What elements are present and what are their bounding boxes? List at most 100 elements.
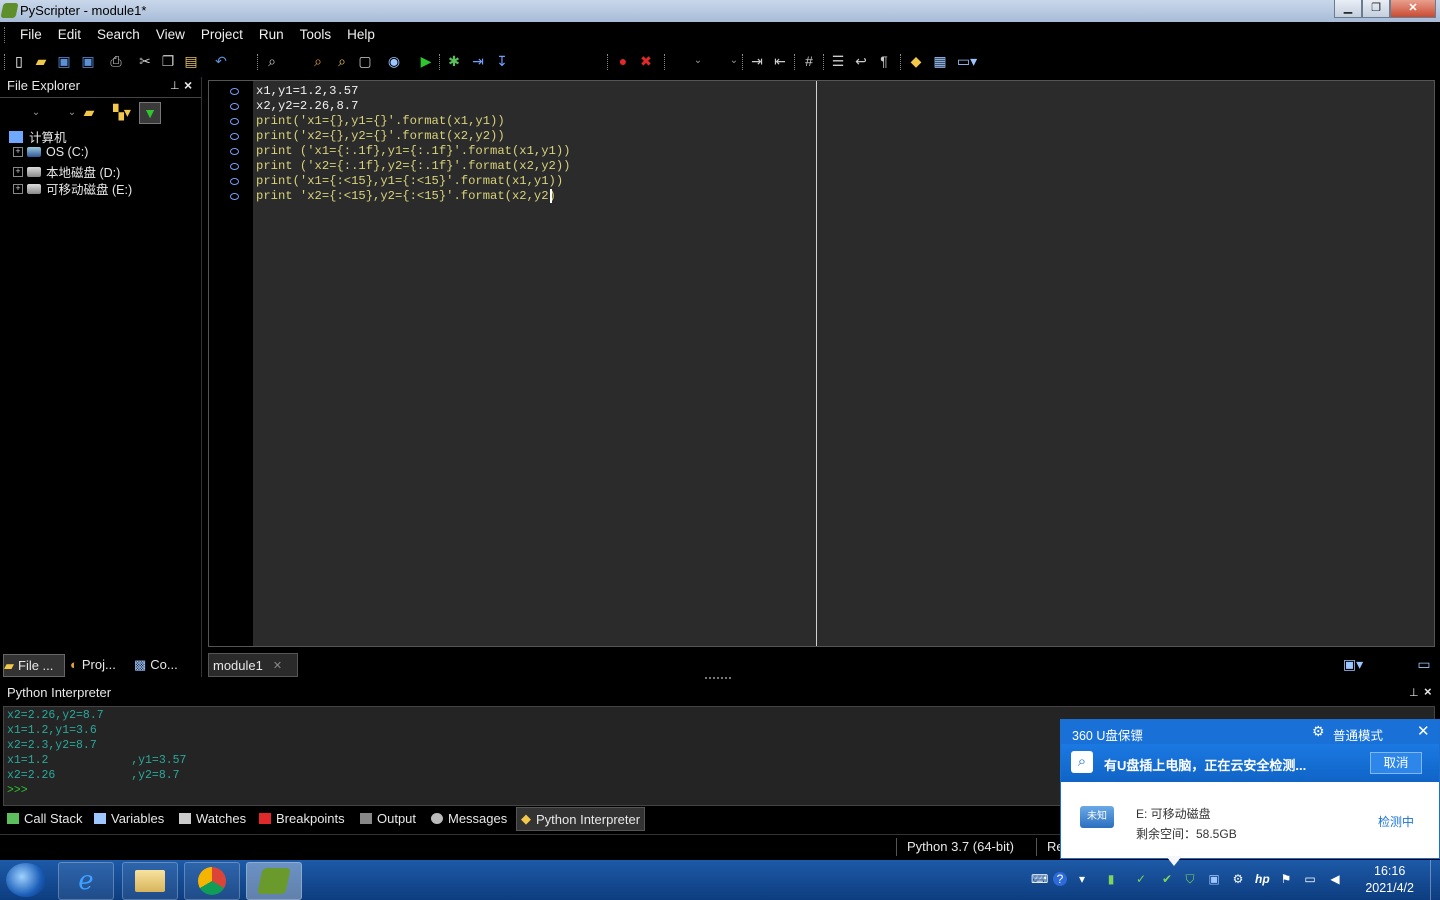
taskbar-chrome[interactable] (184, 862, 240, 900)
undo-icon[interactable]: ↶ (213, 53, 229, 69)
taskbar-pyscripter[interactable] (246, 862, 302, 900)
clear-breakpoints-icon[interactable]: ✖ (638, 53, 654, 69)
mode-label[interactable]: 普通模式 (1333, 725, 1383, 744)
special-chars-icon[interactable]: ¶ (876, 53, 892, 69)
run-icon[interactable]: ▶ (418, 53, 434, 69)
menu-edit[interactable]: Edit (50, 23, 89, 47)
syntax-check-icon[interactable]: ◉ (386, 53, 402, 69)
chevron-down-icon[interactable]: ⌄ (690, 53, 706, 69)
print-icon[interactable]: ⎙ (108, 53, 124, 69)
menu-view[interactable]: View (148, 23, 193, 47)
scan-status[interactable]: 检测中 (1378, 813, 1414, 830)
network-tool-icon[interactable]: ⚙ (1231, 872, 1245, 886)
expand-icon[interactable]: + (13, 147, 23, 157)
cancel-button[interactable]: 取消 (1370, 752, 1422, 774)
replace-icon[interactable]: ⌕ (334, 53, 350, 69)
help-icon[interactable]: ? (1053, 872, 1067, 886)
copy-icon[interactable]: ❐ (160, 53, 176, 69)
close-tab-icon[interactable]: ✕ (273, 659, 282, 672)
layout-icon[interactable]: ▦ (932, 53, 948, 69)
close-button[interactable]: ✕ (1390, 0, 1436, 18)
360-icon[interactable]: ✔ (1160, 872, 1174, 886)
clock[interactable]: 16:16 2021/4/2 (1365, 863, 1414, 897)
tree-root[interactable]: 计算机 (9, 127, 67, 146)
view-options-icon[interactable]: ▭▾ (955, 53, 979, 69)
action-center-flag-icon[interactable]: ⚑ (1279, 872, 1293, 886)
security-icon[interactable]: ✓ (1134, 872, 1148, 886)
toggle-breakpoint-icon[interactable]: ● (615, 53, 631, 69)
goto-line-icon[interactable]: ▢ (357, 53, 373, 69)
filter-button[interactable]: ▼ (139, 102, 161, 124)
menu-project[interactable]: Project (193, 23, 251, 47)
editor-gutter[interactable] (209, 81, 253, 646)
battery-icon[interactable]: ▮ (1104, 872, 1118, 886)
tab-code-explorer[interactable]: ▩ Co... (134, 654, 178, 675)
minimize-button[interactable]: ▁ (1334, 0, 1362, 18)
code-editor[interactable]: x1,y1=1.2,3.57 x2,y2=2.26,8.7 print('x1=… (208, 80, 1435, 647)
tree-item-c[interactable]: + OS (C:) (13, 145, 88, 159)
volume-icon[interactable]: ◀ (1328, 872, 1342, 886)
show-desktop-button[interactable] (1430, 860, 1440, 900)
gear-icon[interactable]: ⚙ (1312, 723, 1325, 740)
run-to-cursor-icon[interactable]: ⇥ (470, 53, 486, 69)
splitter-grip[interactable] (705, 677, 731, 682)
folder-up-icon[interactable]: ▰ (81, 104, 97, 120)
tab-project[interactable]: ◐ Proj... (70, 654, 116, 675)
pin-icon[interactable]: ⊥ (1409, 686, 1419, 699)
python-icon[interactable]: ◆ (908, 53, 924, 69)
menu-help[interactable]: Help (339, 23, 383, 47)
network-icon[interactable]: ▭ (1303, 872, 1317, 886)
menu-file[interactable]: File (12, 23, 50, 47)
cut-icon[interactable]: ✂ (137, 53, 153, 69)
monitor-icon[interactable]: ▣ (1207, 872, 1221, 886)
start-button[interactable] (6, 863, 46, 897)
menu-tools[interactable]: Tools (292, 23, 340, 47)
pin-icon[interactable]: ⊥ (170, 79, 180, 92)
tray-expand-icon[interactable]: ▾ (1075, 872, 1089, 886)
chevron-down-icon[interactable]: ⌄ (28, 105, 44, 121)
folder-views-icon[interactable]: ▚▾ (110, 104, 134, 120)
chevron-down-icon[interactable]: ⌄ (64, 105, 80, 121)
expand-icon[interactable]: + (13, 183, 23, 194)
menu-run[interactable]: Run (251, 23, 292, 47)
python-version[interactable]: Python 3.7 (64-bit) (907, 839, 1014, 854)
new-file-icon[interactable]: ▯ (11, 53, 27, 69)
maximize-button[interactable]: ❐ (1362, 0, 1390, 18)
tab-messages[interactable]: Messages (431, 807, 507, 829)
comment-icon[interactable]: # (801, 53, 817, 69)
keyboard-icon[interactable]: ⌨ (1031, 872, 1048, 886)
indent-icon[interactable]: ⇥ (749, 53, 765, 69)
tab-call-stack[interactable]: Call Stack (7, 807, 83, 829)
tab-file-explorer[interactable]: ▰ File ... (3, 654, 65, 677)
open-folder-icon[interactable]: ▰ (33, 53, 49, 69)
close-panel-icon[interactable]: × (1424, 684, 1432, 699)
tab-output[interactable]: Output (360, 807, 416, 829)
close-popup-icon[interactable]: ✕ (1417, 722, 1430, 740)
save-all-icon[interactable]: ▣ (80, 53, 96, 69)
debug-icon[interactable]: ✱ (446, 53, 462, 69)
tab-breakpoints[interactable]: Breakpoints (259, 807, 345, 829)
paste-icon[interactable]: ▤ (183, 53, 199, 69)
tab-variables[interactable]: Variables (94, 807, 164, 829)
line-numbers-icon[interactable]: ☰ (830, 53, 846, 69)
close-panel-icon[interactable]: × (184, 77, 192, 93)
find-icon[interactable]: ⌕ (264, 53, 280, 69)
window-list-icon[interactable]: ▣▾ (1341, 656, 1365, 672)
expand-icon[interactable]: + (13, 166, 23, 177)
tab-module1[interactable]: module1 ✕ (208, 653, 298, 677)
word-wrap-icon[interactable]: ↩ (853, 53, 869, 69)
tree-item-e[interactable]: + 可移动磁盘 (E:) (13, 179, 132, 198)
chevron-down-icon[interactable]: ⌄ (726, 53, 742, 69)
new-window-icon[interactable]: ▭ (1416, 656, 1432, 672)
dedent-icon[interactable]: ⇤ (772, 53, 788, 69)
taskbar-explorer[interactable] (122, 862, 178, 900)
step-into-icon[interactable]: ↧ (494, 53, 510, 69)
taskbar-ie[interactable]: e (58, 862, 114, 900)
menu-search[interactable]: Search (89, 23, 148, 47)
tab-python-interpreter[interactable]: ◆ Python Interpreter (516, 807, 646, 831)
hp-icon[interactable]: hp (1255, 872, 1270, 886)
shield-icon[interactable]: ⛉ (1183, 872, 1197, 886)
tab-watches[interactable]: Watches (179, 807, 246, 829)
find-in-files-icon[interactable]: ⌕ (310, 53, 326, 69)
save-icon[interactable]: ▣ (56, 53, 72, 69)
